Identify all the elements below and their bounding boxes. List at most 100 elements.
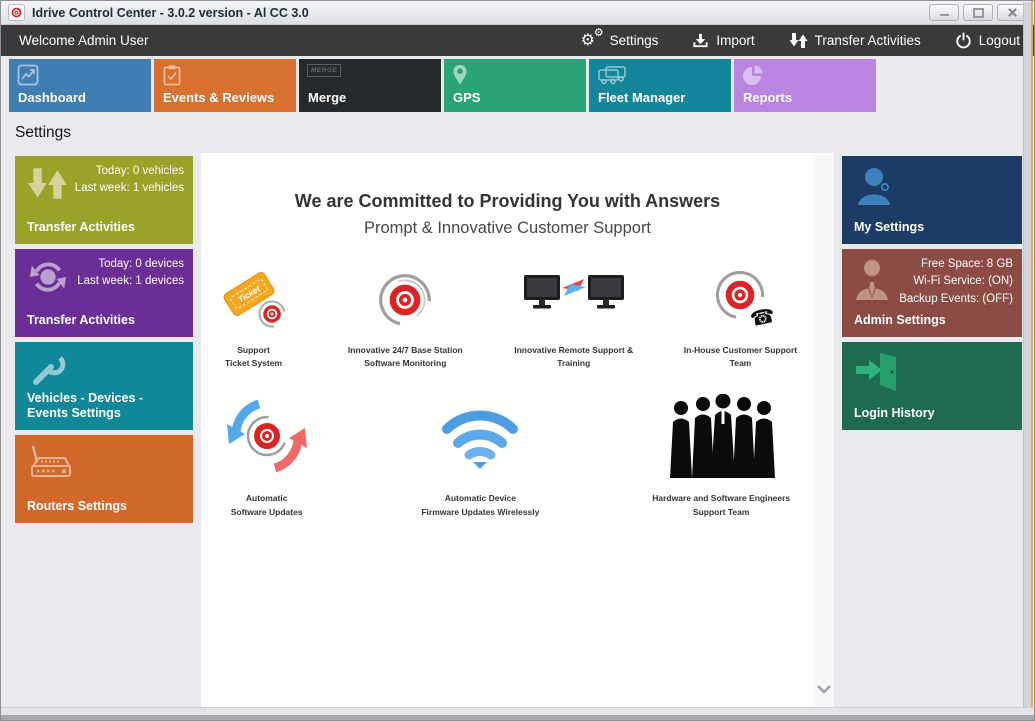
card-login-history[interactable]: Login History: [842, 342, 1022, 430]
content-subheading: Prompt & Innovative Customer Support: [201, 219, 814, 238]
features-row-1: Ticket Support Ticket System: [201, 268, 814, 370]
maximize-button[interactable]: [963, 4, 993, 21]
content-panel: We are Committed to Providing You with A…: [201, 153, 834, 709]
minimize-icon: [940, 14, 949, 16]
card-label: My Settings: [854, 220, 1014, 236]
router-icon: [27, 444, 73, 486]
wifi-icon: [437, 403, 523, 469]
support-info: We are Committed to Providing You with A…: [201, 153, 814, 519]
top-nav-bar: Welcome Admin User ⚙ ⚙ Settings Import: [1, 25, 1034, 56]
feature-caption: Support Ticket System: [225, 344, 282, 370]
nav-transfer-activities[interactable]: Transfer Activities: [789, 31, 921, 50]
card-label: Login History: [854, 406, 1014, 422]
tile-dashboard[interactable]: Dashboard: [9, 59, 151, 112]
map-pin-icon: [452, 64, 468, 86]
card-stats: Today: 0 vehicles Last week: 1 vehicles: [75, 163, 184, 198]
card-stats: Free Space: 8 GB Wi-Fi Service: (ON) Bac…: [899, 256, 1013, 308]
feature-support-ticket: Ticket Support Ticket System: [201, 268, 306, 370]
card-label: Transfer Activities: [27, 220, 185, 236]
card-label: Routers Settings: [27, 499, 185, 515]
card-vehicles-devices-events-settings[interactable]: Vehicles - Devices - Events Settings: [15, 342, 193, 430]
phone-support-icon: ☎: [708, 269, 772, 331]
remote-monitors-icon: [522, 271, 626, 329]
nav-import[interactable]: Import: [692, 32, 754, 49]
feature-caption: Hardware and Software Engineers Support …: [652, 492, 790, 518]
feature-caption: Automatic Software Updates: [231, 492, 303, 518]
tile-merge-label: Merge: [308, 90, 346, 105]
feature-caption: Innovative Remote Support & Training: [514, 344, 633, 370]
card-routers-settings[interactable]: Routers Settings: [15, 435, 193, 523]
tile-reports[interactable]: Reports: [734, 59, 876, 112]
nav-transfer-label: Transfer Activities: [815, 33, 921, 48]
fleet-trucks-icon: [597, 64, 627, 86]
feature-inhouse-support: ☎ In-House Customer Support Team: [667, 268, 814, 370]
clipboard-check-icon: [162, 64, 182, 86]
card-label: Transfer Activities: [27, 313, 185, 329]
sync-icon: [27, 258, 69, 298]
transfer-arrows-icon: [27, 165, 69, 203]
maximize-icon: [973, 8, 984, 18]
nav-settings[interactable]: ⚙ ⚙ Settings: [581, 31, 659, 51]
wrench-icon: [27, 351, 67, 391]
module-tiles: Dashboard Events & Reviews MERGE Merge G…: [9, 59, 876, 112]
pie-chart-icon: [742, 64, 764, 86]
welcome-text: Welcome Admin User: [19, 33, 149, 48]
feature-caption: In-House Customer Support Team: [684, 344, 797, 370]
user-icon: [854, 165, 898, 207]
title-bar: Idrive Control Center - 3.0.2 version - …: [1, 1, 1034, 25]
admin-user-icon: [854, 258, 894, 302]
panel-scrollbar[interactable]: [814, 153, 834, 709]
tile-gps-label: GPS: [453, 90, 480, 105]
features-row-2: Automatic Software Updates Automatic Dev…: [201, 392, 814, 518]
power-icon: [955, 32, 972, 49]
nav-settings-label: Settings: [610, 33, 659, 48]
close-icon: [1008, 8, 1017, 17]
card-transfer-activities-devices[interactable]: Today: 0 devices Last week: 1 devices Tr…: [15, 249, 193, 337]
window-right-edge: [1023, 2, 1031, 709]
page-title: Settings: [15, 124, 71, 142]
nav-import-label: Import: [716, 33, 754, 48]
target-logo-icon: [377, 272, 433, 328]
feature-remote-support: Innovative Remote Support & Training: [505, 268, 643, 370]
import-download-icon: [692, 32, 709, 49]
nav-logout[interactable]: Logout: [955, 32, 1020, 49]
window-bottom-strip: [1, 707, 1034, 715]
left-sidebar: Today: 0 vehicles Last week: 1 vehicles …: [15, 156, 193, 523]
tile-dashboard-label: Dashboard: [18, 90, 86, 105]
window-title: Idrive Control Center - 3.0.2 version - …: [32, 6, 309, 20]
feature-caption: Automatic Device Firmware Updates Wirele…: [421, 492, 539, 518]
tile-fleet-manager[interactable]: Fleet Manager: [589, 59, 731, 112]
content-heading: We are Committed to Providing You with A…: [201, 191, 814, 212]
nav-logout-label: Logout: [979, 33, 1020, 48]
tile-gps[interactable]: GPS: [444, 59, 586, 112]
card-label: Vehicles - Devices - Events Settings: [27, 391, 185, 422]
chart-icon: [17, 64, 39, 86]
team-silhouettes-icon: [665, 394, 777, 478]
gears-icon: ⚙ ⚙: [581, 31, 603, 51]
chevron-down-icon[interactable]: [815, 684, 833, 695]
login-door-icon: [854, 351, 902, 393]
tile-merge[interactable]: MERGE Merge: [299, 59, 441, 112]
minimize-button[interactable]: [929, 4, 959, 21]
feature-base-station-monitoring: Innovative 24/7 Base Station Software Mo…: [330, 268, 481, 370]
feature-auto-software-updates: Automatic Software Updates: [201, 392, 332, 518]
tile-events-reviews-label: Events & Reviews: [163, 90, 274, 105]
window-bottom-border: [1, 715, 1034, 720]
ticket-icon: Ticket: [219, 269, 289, 331]
card-my-settings[interactable]: My Settings: [842, 156, 1022, 244]
window-accent-border: [1031, 1, 1033, 720]
card-transfer-activities-vehicles[interactable]: Today: 0 vehicles Last week: 1 vehicles …: [15, 156, 193, 244]
tile-reports-label: Reports: [743, 90, 792, 105]
card-admin-settings[interactable]: Free Space: 8 GB Wi-Fi Service: (ON) Bac…: [842, 249, 1022, 337]
transfer-arrows-icon: [789, 31, 808, 50]
feature-firmware-updates: Automatic Device Firmware Updates Wirele…: [396, 392, 564, 518]
app-window: Idrive Control Center - 3.0.2 version - …: [0, 0, 1035, 721]
tile-fleet-manager-label: Fleet Manager: [598, 90, 685, 105]
card-stats: Today: 0 devices Last week: 1 devices: [77, 256, 184, 291]
tile-events-reviews[interactable]: Events & Reviews: [154, 59, 296, 112]
auto-update-icon: [225, 394, 309, 478]
app-logo-icon: [8, 4, 25, 21]
merge-stamp-icon: MERGE: [307, 64, 341, 77]
card-label: Admin Settings: [854, 313, 1014, 329]
right-sidebar: My Settings Free Space: 8 GB Wi-Fi Servi…: [842, 156, 1022, 430]
